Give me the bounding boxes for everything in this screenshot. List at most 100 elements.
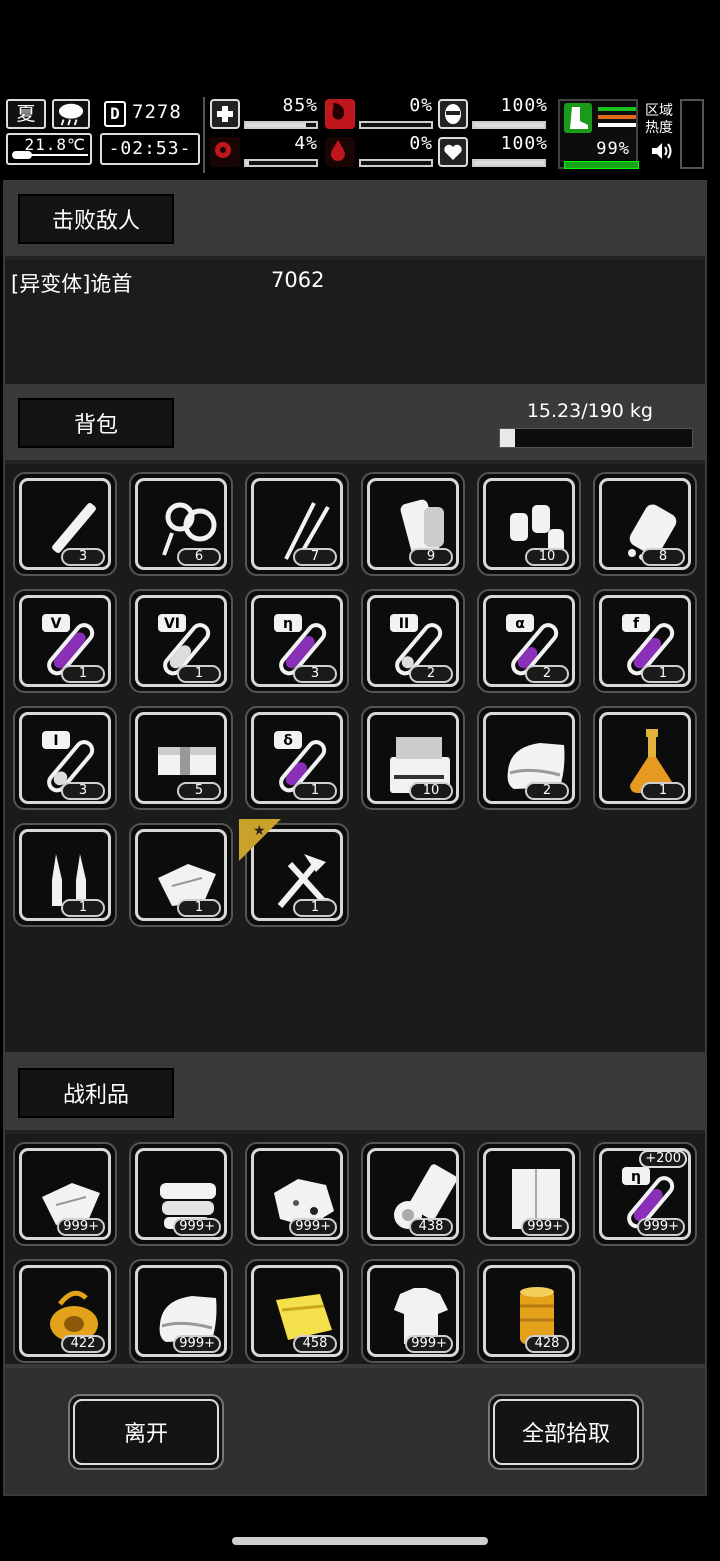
loot-item-slot[interactable]: 999+ <box>129 1142 233 1246</box>
rain-cloud-icon <box>52 99 90 129</box>
weight-bar <box>499 428 693 448</box>
item-count: 999+ <box>57 1218 105 1236</box>
blood-value: 0% <box>409 133 433 154</box>
backpack-item-slot[interactable]: VI 1 <box>129 589 233 693</box>
svg-text:f: f <box>633 616 640 632</box>
zone-heat-meter <box>680 99 704 169</box>
action-bar: 离开 全部拾取 <box>3 1366 707 1496</box>
svg-text:η: η <box>283 616 293 632</box>
backpack-item-slot[interactable]: η3 <box>245 589 349 693</box>
day-value: 7278 <box>132 101 182 123</box>
item-count: 1 <box>177 665 221 683</box>
head-icon <box>438 99 468 129</box>
home-indicator[interactable] <box>232 1537 488 1545</box>
svg-text:η: η <box>631 1169 641 1185</box>
clock-value: -02:53- <box>108 138 192 159</box>
weight-text: 15.23/190 kg <box>526 400 653 422</box>
tab-loot[interactable]: 战利品 <box>18 1068 174 1118</box>
take-all-button[interactable]: 全部拾取 <box>488 1394 644 1470</box>
stomach-icon <box>325 99 355 129</box>
stomach-stat: 0% <box>325 95 435 129</box>
item-count: 1 <box>61 665 105 683</box>
item-count: 1 <box>641 782 685 800</box>
backpack-item-slot[interactable]: 8 <box>593 472 697 576</box>
backpack-item-slot[interactable]: 3 <box>13 472 117 576</box>
item-count: 7 <box>293 548 337 566</box>
clock-display: -02:53- <box>100 133 200 165</box>
backpack-item-slot[interactable]: 10 <box>477 472 581 576</box>
item-count: 5 <box>177 782 221 800</box>
backpack-item-slot[interactable]: α2 <box>477 589 581 693</box>
mind-value: 100% <box>500 95 548 116</box>
mind-bar <box>474 123 544 127</box>
item-count: 3 <box>293 665 337 683</box>
backpack-item-slot[interactable]: f1 <box>593 589 697 693</box>
item-count: 458 <box>293 1335 337 1353</box>
backpack-item-slot[interactable]: II 2 <box>361 589 465 693</box>
svg-text:α: α <box>515 616 525 632</box>
item-count: 438 <box>409 1218 453 1236</box>
blood-drop-icon <box>325 137 355 167</box>
backpack-item-slot[interactable]: 6 <box>129 472 233 576</box>
svg-text:II: II <box>399 616 409 632</box>
loot-item-slot[interactable]: 428 <box>477 1259 581 1363</box>
day-counter: D 7278 <box>104 99 196 129</box>
boot-icon <box>564 103 592 133</box>
loot-item-slot[interactable]: 999+ <box>361 1259 465 1363</box>
status-hud: 夏 21.8℃ D 7278 -02:53- 85% 0% 100% 4% 0%… <box>0 95 720 175</box>
backpack-item-slot[interactable]: 2 <box>477 706 581 810</box>
backpack-item-slot[interactable]: 10 <box>361 706 465 810</box>
item-count: 3 <box>61 782 105 800</box>
svg-text:VI: VI <box>164 616 180 632</box>
backpack-item-slot[interactable]: δ1 <box>245 706 349 810</box>
tab-defeated-enemies[interactable]: 击败敌人 <box>18 194 174 244</box>
medkit-icon <box>210 99 240 129</box>
speaker-icon[interactable] <box>650 141 674 161</box>
leave-button-label: 离开 <box>73 1399 219 1465</box>
backpack-item-slot[interactable]: 1 <box>129 823 233 927</box>
backpack-item-slot[interactable]: 5 <box>129 706 233 810</box>
backpack-item-slot[interactable]: 9 <box>361 472 465 576</box>
loot-grid: 999+ 999+ 999+ 438 999+ η 999+ +200 422 999+ 458 9… <box>5 1134 705 1364</box>
enemy-count: 7062 <box>271 268 325 292</box>
stomach-value: 0% <box>409 95 433 116</box>
item-count: 9 <box>409 548 453 566</box>
weight-bar-fill <box>500 429 516 447</box>
blood-stat: 0% <box>325 133 435 167</box>
defeated-panel: 击败敌人 [异变体]诡首 7062 <box>3 180 707 384</box>
leave-button[interactable]: 离开 <box>68 1394 224 1470</box>
enemy-name: [异变体]诡首 <box>11 272 133 296</box>
loot-item-slot[interactable]: η 999+ +200 <box>593 1142 697 1246</box>
health-value: 85% <box>282 95 318 116</box>
backpack-item-slot[interactable]: 1 <box>593 706 697 810</box>
infection-stat: 4% <box>210 133 320 167</box>
backpack-item-slot[interactable]: ★ 1 <box>239 819 349 927</box>
backpack-panel: 背包 15.23/190 kg 3 6 7 9 10 8 V1 VI 1 η3 II 2 α2… <box>3 384 707 1054</box>
mind-stat: 100% <box>438 95 550 129</box>
heart-icon <box>438 137 468 167</box>
loot-item-slot[interactable]: 999+ <box>129 1259 233 1363</box>
loot-item-slot[interactable]: 438 <box>361 1142 465 1246</box>
backpack-item-slot[interactable]: V1 <box>13 589 117 693</box>
item-count: 1 <box>61 899 105 917</box>
item-count: 1 <box>177 899 221 917</box>
svg-text:δ: δ <box>283 733 293 749</box>
backpack-item-slot[interactable]: 1 <box>13 823 117 927</box>
day-icon: D <box>104 101 126 127</box>
tab-backpack[interactable]: 背包 <box>18 398 174 448</box>
item-count: 2 <box>525 782 569 800</box>
item-count: 428 <box>525 1335 569 1353</box>
loot-item-slot[interactable]: 422 <box>13 1259 117 1363</box>
item-count: 999+ <box>637 1218 685 1236</box>
loot-item-slot[interactable]: 999+ <box>245 1142 349 1246</box>
item-count: 2 <box>409 665 453 683</box>
heart-bar <box>474 161 544 165</box>
loot-item-slot[interactable]: 999+ <box>13 1142 117 1246</box>
heart-stat: 100% <box>438 133 550 167</box>
backpack-item-slot[interactable]: 7 <box>245 472 349 576</box>
loot-item-slot[interactable]: 458 <box>245 1259 349 1363</box>
loot-item-slot[interactable]: 999+ <box>477 1142 581 1246</box>
zone-heat-label: 区域 热度 <box>645 103 679 137</box>
backpack-item-slot[interactable]: I3 <box>13 706 117 810</box>
defeated-list: [异变体]诡首 7062 <box>5 260 705 384</box>
